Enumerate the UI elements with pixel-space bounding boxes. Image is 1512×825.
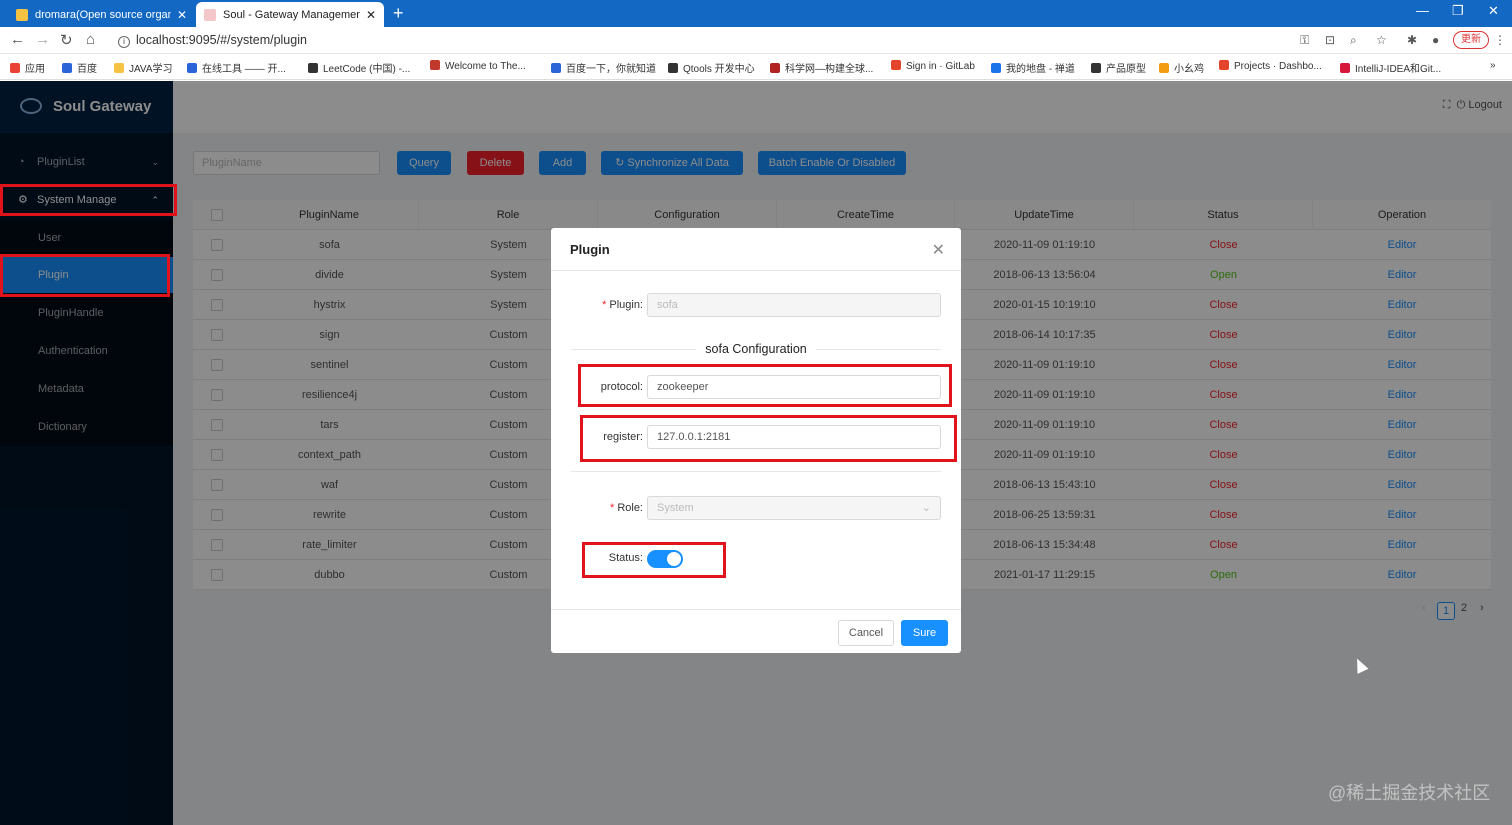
- update-button[interactable]: 更新: [1453, 31, 1489, 49]
- watermark: @稀土掘金技术社区: [1328, 783, 1491, 803]
- cancel-button[interactable]: Cancel: [838, 620, 894, 646]
- close-tab-icon[interactable]: ✕: [366, 8, 376, 22]
- bookmark-online-tools[interactable]: 在线工具 —— 开...: [187, 60, 286, 75]
- url-field[interactable]: i localhost:9095/#/system/plugin: [118, 33, 307, 48]
- highlight-system-manage: [0, 184, 177, 216]
- dromara-favicon-icon: [16, 8, 28, 21]
- folder-icon: [114, 63, 124, 73]
- reload-icon[interactable]: ↻: [60, 31, 73, 49]
- divider: [551, 270, 961, 271]
- highlight-status: [582, 542, 726, 578]
- role-value: System: [657, 502, 694, 514]
- bookmark-prototype[interactable]: 产品原型: [1091, 60, 1146, 75]
- browser-tab-bar: dromara(Open source organiz ✕ Soul - Gat…: [0, 0, 1512, 27]
- bookmark-java[interactable]: JAVA学习: [114, 60, 173, 75]
- browser-tab-soul[interactable]: Soul - Gateway Management ✕: [196, 2, 384, 27]
- tab-label: dromara(Open source organiz: [35, 8, 171, 21]
- back-icon[interactable]: ←: [10, 31, 25, 48]
- more-icon[interactable]: ⋮: [1494, 33, 1506, 47]
- sciencenet-icon: [770, 63, 780, 73]
- baidu-paw-icon: [551, 63, 561, 73]
- bookmark-gitlab[interactable]: Sign in · GitLab: [891, 60, 975, 72]
- bookmark-projects[interactable]: Projects · Dashbo...: [1219, 60, 1322, 72]
- role-field-label: * Role:: [610, 502, 643, 514]
- feather-icon: [430, 60, 440, 70]
- bookmark-intellij[interactable]: IntelliJ-IDEA和Git...: [1340, 60, 1441, 75]
- bookmark-baidu-search[interactable]: 百度一下，你就知道: [551, 60, 656, 75]
- plugin-field-label: * Plugin:: [602, 299, 643, 311]
- bookmark-xiaoyaoji[interactable]: 小幺鸡: [1159, 60, 1204, 75]
- soul-favicon-icon: [204, 8, 216, 21]
- required-mark: *: [610, 502, 615, 514]
- close-tab-icon[interactable]: ✕: [177, 8, 187, 22]
- bookmark-sciencenet[interactable]: 科学网—构建全球...: [770, 60, 873, 75]
- apps-grid-icon: [10, 63, 20, 73]
- zoom-icon[interactable]: ⌕: [1350, 33, 1357, 48]
- browser-tab-dromara[interactable]: dromara(Open source organiz ✕: [8, 2, 195, 27]
- window-close-icon[interactable]: ✕: [1488, 3, 1499, 19]
- key-icon[interactable]: ⚿: [1300, 33, 1309, 48]
- url-text: localhost:9095/#/system/plugin: [136, 33, 307, 47]
- sure-button[interactable]: Sure: [901, 620, 948, 646]
- bookmark-welcome[interactable]: Welcome to The...: [430, 60, 526, 72]
- divider: [571, 471, 941, 472]
- tab-label: Soul - Gateway Management: [223, 8, 360, 21]
- leetcode-icon: [308, 63, 318, 73]
- address-bar: ← → ↻ ⌂ i localhost:9095/#/system/plugin …: [0, 27, 1512, 54]
- zentao-icon: [991, 63, 1001, 73]
- forward-icon[interactable]: →: [35, 31, 50, 48]
- extensions-icon[interactable]: ✱: [1407, 33, 1417, 47]
- site-info-icon[interactable]: i: [118, 36, 130, 48]
- bookmark-qtools[interactable]: Qtools 开发中心: [668, 60, 755, 75]
- tools-icon: [187, 63, 197, 73]
- bookmark-zentao[interactable]: 我的地盘 - 禅道: [991, 60, 1075, 75]
- profile-icon[interactable]: ●: [1432, 33, 1439, 47]
- bookmarks-bar: 应用 百度 JAVA学习 在线工具 —— 开... LeetCode (中国) …: [0, 54, 1512, 80]
- role-select: System ⌄: [647, 496, 941, 520]
- translate-icon[interactable]: ⊡: [1325, 33, 1335, 47]
- divider: [551, 609, 961, 610]
- plugin-name-field: sofa: [647, 293, 941, 317]
- baidu-icon: [62, 63, 72, 73]
- new-tab-icon[interactable]: +: [393, 3, 404, 24]
- bookmark-leetcode[interactable]: LeetCode (中国) -...: [308, 60, 410, 75]
- highlight-plugin-menu: [0, 254, 170, 297]
- xiaoyaoji-icon: [1159, 63, 1169, 73]
- csdn-icon: [1340, 63, 1350, 73]
- gitlab-icon: [1219, 60, 1229, 70]
- bookmark-baidu[interactable]: 百度: [62, 60, 97, 75]
- close-icon[interactable]: ✕: [932, 240, 945, 260]
- star-icon[interactable]: ☆: [1376, 33, 1387, 47]
- more-bookmarks-icon[interactable]: »: [1490, 60, 1496, 71]
- minimize-icon[interactable]: —: [1416, 3, 1429, 18]
- qtools-icon: [668, 63, 678, 73]
- globe-icon: [1091, 63, 1101, 73]
- modal-title: Plugin: [570, 242, 610, 257]
- required-mark: *: [602, 299, 607, 311]
- bookmark-apps[interactable]: 应用: [10, 60, 45, 75]
- home-icon[interactable]: ⌂: [86, 31, 95, 48]
- highlight-register: [580, 415, 957, 462]
- highlight-protocol: [578, 364, 952, 407]
- divider: [816, 349, 941, 350]
- chevron-down-icon: ⌄: [921, 502, 931, 514]
- restore-icon[interactable]: ❐: [1452, 3, 1464, 19]
- gitlab-icon: [891, 60, 901, 70]
